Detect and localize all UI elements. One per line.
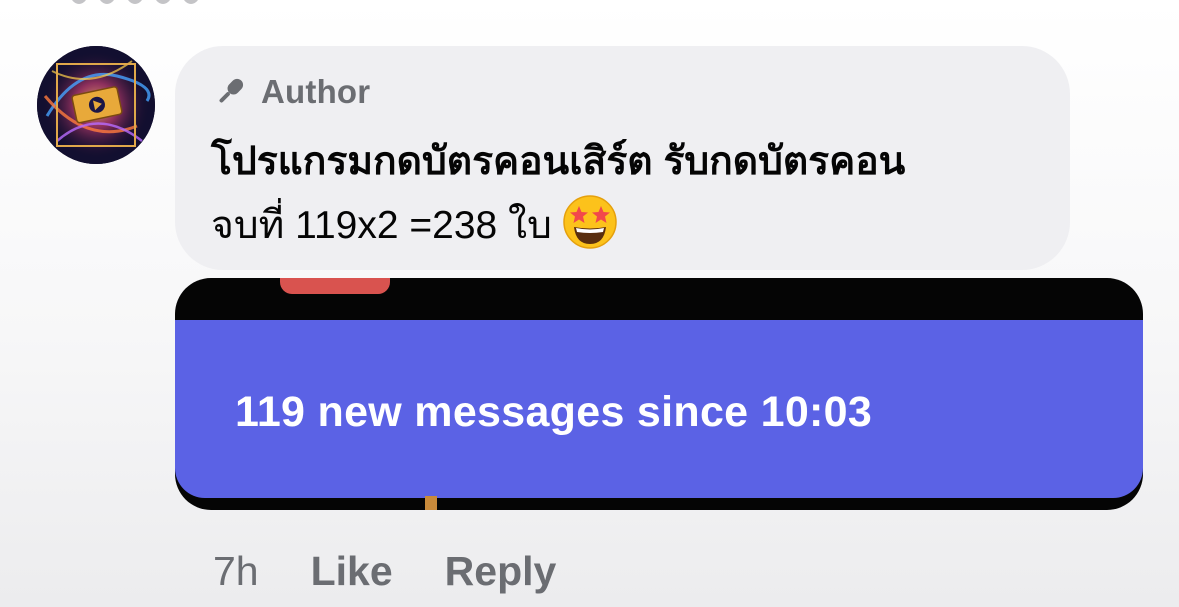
author-badge: Author bbox=[213, 72, 370, 112]
orange-marker bbox=[425, 496, 437, 510]
comment-text-line-2: จบที่ 119x2 =238 ใบ bbox=[211, 194, 1051, 258]
comment-text: โปรแกรมกดบัตรคอนเสิร์ต รับกดบัตรคอน จบที… bbox=[211, 130, 1051, 258]
avatar-image bbox=[37, 46, 155, 164]
reply-button[interactable]: Reply bbox=[445, 548, 557, 595]
comment-bubble: Author โปรแกรมกดบัตรคอนเสิร์ต รับกดบัตรค… bbox=[175, 46, 1070, 270]
comment-text-line-1: โปรแกรมกดบัตรคอนเสิร์ต รับกดบัตรคอน bbox=[211, 140, 906, 183]
comment-text-line-2-text: จบที่ 119x2 =238 ใบ bbox=[211, 204, 552, 247]
author-label: Author bbox=[261, 73, 371, 110]
new-messages-banner-text: 119 new messages since 10:03 bbox=[235, 388, 873, 436]
attachment-image[interactable]: 119 new messages since 10:03 bbox=[175, 278, 1143, 510]
avatar[interactable] bbox=[37, 46, 155, 164]
microphone-icon bbox=[219, 78, 244, 103]
timestamp[interactable]: 7h bbox=[213, 548, 259, 595]
previous-comment-fragment bbox=[70, 0, 390, 8]
comment-actions: 7h Like Reply bbox=[213, 548, 556, 595]
red-tab bbox=[280, 278, 390, 294]
like-button[interactable]: Like bbox=[311, 548, 393, 595]
new-messages-banner: 119 new messages since 10:03 bbox=[175, 320, 1143, 498]
star-struck-emoji-icon bbox=[563, 194, 617, 249]
